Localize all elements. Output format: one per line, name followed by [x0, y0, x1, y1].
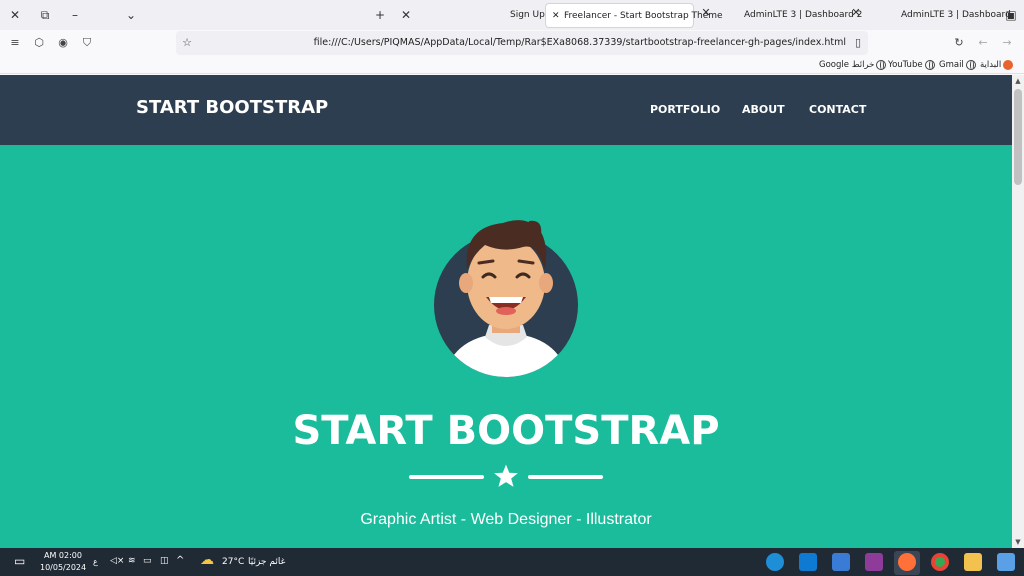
page-viewport: START BOOTSTRAP PORTFOLIO ABOUT CONTACT [0, 75, 1012, 548]
close-window-icon[interactable]: ✕ [6, 6, 24, 24]
nav-toolbar: ≡ ⬡ ◉ ⛉ ☆ file:///C:/Users/PIQMAS/AppDat… [0, 30, 1024, 56]
tab-adminlte-dashboard-2[interactable]: AdminLTE 3 | Dashboard 2 [736, 3, 862, 28]
bookmark-youtube[interactable]: YouTube [888, 58, 937, 72]
extensions-icon[interactable]: ⬡ [30, 34, 48, 52]
divider-line-right [528, 475, 603, 479]
site-brand[interactable]: START BOOTSTRAP [136, 97, 328, 118]
globe-icon [876, 59, 887, 70]
nav-link-about[interactable]: ABOUT [742, 103, 785, 116]
scroll-thumb[interactable] [1014, 89, 1022, 185]
site-navbar: START BOOTSTRAP PORTFOLIO ABOUT CONTACT [0, 75, 1012, 145]
bookmark-label: Google خرائط [819, 60, 875, 70]
show-hidden-icons-icon[interactable]: ^ [176, 555, 184, 566]
bookmark-google-maps[interactable]: Google خرائط [819, 58, 888, 72]
hero-title: START BOOTSTRAP [292, 408, 720, 454]
star-icon [494, 464, 518, 487]
tab-groups-icon[interactable]: ▣ [1002, 6, 1020, 24]
clock-date[interactable]: 10/05/2024 [40, 563, 86, 572]
back-icon[interactable]: ← [974, 34, 992, 52]
weather-temp[interactable]: 27°C [222, 557, 244, 567]
chrome-icon[interactable] [931, 553, 949, 571]
bookmark-label: البداية [980, 60, 1002, 70]
scroll-up-icon[interactable]: ▲ [1012, 75, 1024, 87]
scroll-down-icon[interactable]: ▼ [1012, 536, 1024, 548]
tab-freelancer[interactable]: ✕ Freelancer - Start Bootstrap Theme [545, 3, 723, 29]
hero-subtitle: Graphic Artist - Web Designer - Illustra… [360, 511, 652, 528]
taskbar: ▭ AM 02:00 10/05/2024 ع ◁× ≋ ▭ ◫ ^ ☁ 27°… [0, 548, 1024, 576]
url-text[interactable]: file:///C:/Users/PIQMAS/AppData/Local/Te… [314, 31, 846, 55]
bookmark-gmail[interactable]: Gmail [939, 58, 978, 72]
account-icon[interactable]: ◉ [54, 34, 72, 52]
bookmark-home[interactable]: البداية [980, 58, 1014, 72]
close-tab-icon[interactable]: ✕ [552, 4, 560, 29]
avatar [434, 220, 578, 377]
menu-icon[interactable]: ≡ [6, 34, 24, 52]
nav-link-portfolio[interactable]: PORTFOLIO [650, 103, 720, 116]
bookmark-label: Gmail [939, 60, 964, 70]
globe-icon [924, 59, 935, 70]
weather-text[interactable]: غائم جزئيًا [248, 557, 285, 567]
input-language[interactable]: ع [93, 557, 98, 566]
masthead: START BOOTSTRAP Graphic Artist - Web Des… [0, 145, 1012, 548]
weather-icon[interactable]: ☁ [200, 552, 214, 568]
close-tab-icon[interactable]: ✕ [397, 6, 415, 24]
restore-window-icon[interactable]: ⧉ [36, 6, 54, 24]
tab-adminlte-dashboard[interactable]: AdminLTE 3 | Dashboard [893, 3, 1011, 28]
paint-icon[interactable] [832, 553, 850, 571]
page-icon: ▯ [854, 36, 862, 49]
divider-line-left [409, 475, 484, 479]
tab-strip: ✕ ⧉ – ⌄ + ✕ Sign Up ✕ Freelancer - Start… [0, 0, 1024, 30]
nav-link-contact[interactable]: CONTACT [809, 103, 866, 116]
winrar-icon[interactable] [865, 553, 883, 571]
close-tab-icon[interactable]: ✕ [849, 6, 863, 20]
vscode-icon[interactable] [799, 553, 817, 571]
page-scrollbar[interactable]: ▲ ▼ [1012, 75, 1024, 548]
firefox-icon [1003, 59, 1014, 70]
clock-time[interactable]: AM 02:00 [44, 551, 82, 560]
store-icon[interactable] [997, 553, 1015, 571]
globe-icon [965, 59, 976, 70]
battery-icon[interactable]: ▭ [143, 556, 152, 566]
address-bar[interactable]: ☆ file:///C:/Users/PIQMAS/AppData/Local/… [176, 31, 868, 55]
wifi-icon[interactable]: ≋ [128, 556, 136, 566]
forward-icon[interactable]: → [998, 34, 1016, 52]
file-explorer-icon[interactable] [964, 553, 982, 571]
list-tabs-icon[interactable]: ⌄ [122, 6, 140, 24]
notifications-icon[interactable]: ▭ [14, 554, 25, 568]
reload-icon[interactable]: ↻ [950, 34, 968, 52]
bookmark-star-icon[interactable]: ☆ [178, 34, 196, 52]
edge-icon[interactable] [766, 553, 784, 571]
tray-app-icon[interactable]: ◫ [160, 556, 169, 566]
pocket-icon[interactable]: ⛉ [78, 34, 96, 52]
volume-muted-icon[interactable]: ◁× [110, 556, 124, 566]
new-tab-icon[interactable]: + [371, 6, 389, 24]
close-tab-icon[interactable]: ✕ [699, 6, 713, 20]
bookmark-label: YouTube [888, 60, 923, 70]
tab-sign-up[interactable]: Sign Up [502, 3, 545, 28]
bookmarks-bar: Google خرائط YouTube Gmail البداية [0, 56, 1024, 74]
firefox-icon[interactable] [898, 553, 916, 571]
minimize-window-icon[interactable]: – [66, 6, 84, 24]
